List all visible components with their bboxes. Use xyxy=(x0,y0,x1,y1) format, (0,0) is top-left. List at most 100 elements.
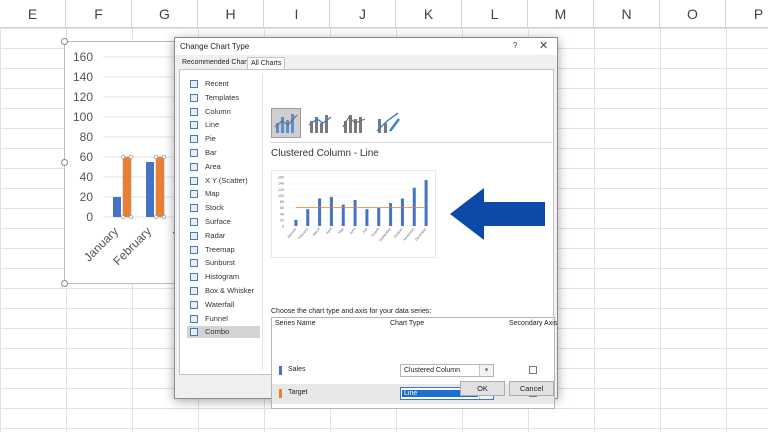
preview-x-tick: January xyxy=(286,227,297,239)
radar-chart-icon xyxy=(190,231,198,240)
tab-recommended-charts[interactable]: Recommended Charts xyxy=(179,57,255,69)
preview-sales-bar xyxy=(377,207,381,226)
column-header[interactable]: M xyxy=(528,0,594,28)
preview-y-tick: 60 xyxy=(280,206,284,210)
chart-preview: 160 140 120 100 80 60 40 20 0 January February Marc… xyxy=(271,170,436,258)
chart-type-funnel[interactable]: Funnel xyxy=(187,313,260,325)
chart-type-label: Sunburst xyxy=(205,258,236,268)
subtype-custom-combination[interactable] xyxy=(271,108,301,138)
series-row-sales: Sales Clustered Column ▾ xyxy=(272,361,554,381)
subtype-title: Clustered Column - Line xyxy=(271,148,379,159)
column-header[interactable]: O xyxy=(660,0,726,28)
chart-type-column[interactable]: Column xyxy=(187,106,260,118)
chart-type-label: Box & Whisker xyxy=(205,286,255,295)
preview-x-tick: July xyxy=(361,227,368,234)
chart-type-stock[interactable]: Stock xyxy=(187,202,260,214)
preview-y-tick: 20 xyxy=(280,218,284,222)
chart-type-pie[interactable]: Pie xyxy=(187,133,260,145)
selection-handle[interactable] xyxy=(161,154,167,160)
column-header[interactable]: F xyxy=(66,0,132,28)
list-divider xyxy=(262,74,263,370)
secondary-axis-checkbox[interactable] xyxy=(529,366,537,374)
header-secondary-axis: Secondary Axis xyxy=(509,320,558,327)
preview-sales-bar xyxy=(353,199,357,226)
selection-handle[interactable] xyxy=(120,154,126,160)
target-bar[interactable] xyxy=(155,156,165,218)
gallery-divider xyxy=(270,142,554,143)
column-header[interactable]: P xyxy=(726,0,768,28)
selection-handle[interactable] xyxy=(153,214,159,220)
chevron-down-icon[interactable]: ▾ xyxy=(479,365,493,376)
column-header[interactable]: H xyxy=(198,0,264,28)
ok-button[interactable]: OK xyxy=(460,381,505,396)
subtype-column-line-secondary-axis[interactable] xyxy=(339,108,369,138)
resize-handle-left[interactable] xyxy=(61,159,68,166)
dialog-titlebar[interactable]: Change Chart Type ? ✕ xyxy=(175,38,557,55)
selection-handle[interactable] xyxy=(120,214,126,220)
chart-type-templates[interactable]: Templates xyxy=(187,92,260,104)
chart-type-sunburst[interactable]: Sunburst xyxy=(187,257,260,269)
chart-type-x-y-scatter[interactable]: X Y (Scatter) xyxy=(187,175,260,187)
preview-x-tick: March xyxy=(312,227,321,237)
y-tick-label: 100 xyxy=(73,110,93,124)
treemap-chart-icon xyxy=(190,245,198,254)
chart-type-bar[interactable]: Bar xyxy=(187,147,260,159)
column-header[interactable]: I xyxy=(264,0,330,28)
column-header[interactable]: L xyxy=(462,0,528,28)
chart-type-select[interactable]: Clustered Column ▾ xyxy=(400,364,494,377)
chart-type-box-whisker[interactable]: Box & Whisker xyxy=(187,285,260,297)
chart-type-surface[interactable]: Surface xyxy=(187,216,260,228)
preview-x-tick: September xyxy=(378,226,392,242)
help-button[interactable]: ? xyxy=(513,41,517,50)
chart-type-histogram[interactable]: Histogram xyxy=(187,271,260,283)
chart-type-waterfall[interactable]: Waterfall xyxy=(187,299,260,311)
column-header[interactable]: J xyxy=(330,0,396,28)
chart-type-label: Stock xyxy=(205,203,224,213)
target-color-swatch xyxy=(279,389,282,398)
series-caption: Choose the chart type and axis for your … xyxy=(271,308,432,315)
chart-type-line[interactable]: Line xyxy=(187,119,260,131)
embedded-chart[interactable]: 160140120100806040200JanuaryFebruaryM xyxy=(64,41,190,284)
column-header[interactable]: K xyxy=(396,0,462,28)
preview-sales-bar xyxy=(329,196,333,226)
resize-handle-top-left[interactable] xyxy=(61,38,68,45)
chart-type-label: Map xyxy=(205,189,220,199)
selection-handle[interactable] xyxy=(128,154,134,160)
sales-bar[interactable] xyxy=(113,197,121,217)
stacked-area-column-icon xyxy=(376,112,400,133)
selection-handle[interactable] xyxy=(153,154,159,160)
chart-type-map[interactable]: Map xyxy=(187,188,260,200)
resize-handle-bottom-left[interactable] xyxy=(61,280,68,287)
dialog-title: Change Chart Type xyxy=(180,42,250,51)
chart-type-combo[interactable]: Combo xyxy=(187,326,260,339)
selection-handle[interactable] xyxy=(161,214,167,220)
chart-type-label: Column xyxy=(205,106,231,116)
y-tick-label: 160 xyxy=(73,50,93,64)
subtype-clustered-column-line[interactable] xyxy=(305,108,335,138)
preview-y-tick: 80 xyxy=(280,200,284,204)
subtype-stacked-area-column[interactable] xyxy=(373,108,403,138)
cancel-button[interactable]: Cancel xyxy=(509,381,554,396)
preview-x-tick: June xyxy=(349,227,357,235)
sales-bar[interactable] xyxy=(146,162,154,217)
preview-sales-bar xyxy=(318,198,322,226)
chart-type-treemap[interactable]: Treemap xyxy=(187,244,260,256)
close-button[interactable]: ✕ xyxy=(539,39,548,52)
all-charts-panel: Recent Templates Column Line Pie Bar Area X Y (… xyxy=(179,69,558,409)
left-arrow-icon xyxy=(450,188,545,240)
chart-type-radar[interactable]: Radar xyxy=(187,230,260,242)
chart-type-recent[interactable]: Recent xyxy=(187,78,260,90)
pie-chart-icon xyxy=(190,135,198,144)
y-tick-label: 20 xyxy=(80,190,94,204)
templates-icon xyxy=(190,93,198,102)
column-header[interactable]: E xyxy=(0,0,66,28)
selection-handle[interactable] xyxy=(128,214,134,220)
recent-icon xyxy=(190,80,198,88)
column-header[interactable]: G xyxy=(132,0,198,28)
preview-x-tick: May xyxy=(337,227,344,235)
chart-type-area[interactable]: Area xyxy=(187,161,260,173)
target-bar[interactable] xyxy=(122,156,132,218)
y-tick-label: 60 xyxy=(80,150,94,164)
column-header[interactable]: N xyxy=(594,0,660,28)
tab-all-charts[interactable]: All Charts xyxy=(247,57,286,69)
